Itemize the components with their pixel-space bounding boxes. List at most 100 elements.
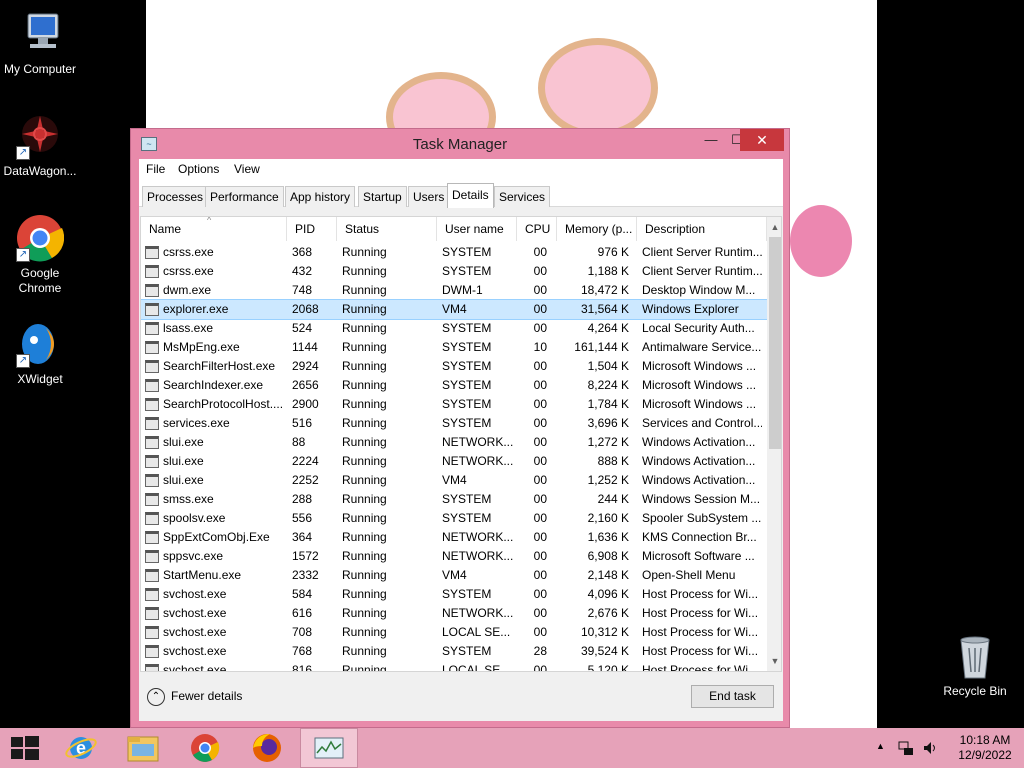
column-header-memory[interactable]: Memory (p... [557,217,637,241]
process-description: Windows Activation... [642,435,756,449]
process-memory: 1,504 K [587,359,629,373]
table-row[interactable]: SearchProtocolHost.... 2900 Running SYSTEM 0… [141,395,767,414]
folder-icon [127,736,159,762]
minimize-button[interactable]: — [698,129,724,151]
clock[interactable]: 10:18 AM 12/9/2022 [950,733,1020,763]
process-pid: 584 [292,587,313,601]
process-description: Microsoft Windows ... [642,378,757,392]
process-icon [145,550,159,563]
table-row[interactable]: svchost.exe 768 Running SYSTEM 28 39,524 K Hos… [141,642,767,661]
process-description: Microsoft Windows ... [642,397,757,411]
title-bar[interactable]: ~ Task Manager — ☐ ✕ [131,129,789,159]
process-status: Running [342,264,387,278]
process-cpu: 00 [533,283,547,297]
process-icon [145,588,159,601]
chrome-icon: ↗ [16,214,65,262]
fewer-details-toggle[interactable]: ⌃ Fewer details [147,686,242,706]
table-row[interactable]: csrss.exe 368 Running SYSTEM 00 976 K Client S… [141,243,767,262]
clock-time: 10:18 AM [959,733,1011,747]
network-icon[interactable] [898,740,914,756]
tab-details[interactable]: Details [447,183,494,208]
column-header-description[interactable]: Description [637,217,767,241]
column-header-user-name[interactable]: User name [437,217,517,241]
table-row[interactable]: spoolsv.exe 556 Running SYSTEM 00 2,160 K Spoo… [141,509,767,528]
desktop-icon-my-computer[interactable]: My Computer [0,10,80,77]
table-row[interactable]: smss.exe 288 Running SYSTEM 00 244 K Windows S… [141,490,767,509]
process-status: Running [342,549,387,563]
process-pid: 2224 [292,454,319,468]
process-name: SearchIndexer.exe [163,378,264,392]
table-header: ^ Name PID Status User name CPU Memory (… [141,217,767,241]
taskbar-task-manager[interactable] [300,728,358,768]
taskbar-google-chrome[interactable] [176,728,234,768]
tab-performance[interactable]: Performance [205,186,284,207]
menu-view[interactable]: View [234,162,260,176]
table-row[interactable]: slui.exe 2252 Running VM4 00 1,252 K Windows A… [141,471,767,490]
table-row[interactable]: slui.exe 88 Running NETWORK... 00 1,272 K Wind… [141,433,767,452]
taskbar-firefox[interactable] [238,728,296,768]
tab-startup[interactable]: Startup [358,186,407,207]
process-user-name: SYSTEM [442,340,492,354]
desktop-icon-google-chrome[interactable]: ↗ Google Chrome [0,214,80,296]
table-row[interactable]: sppsvc.exe 1572 Running NETWORK... 00 6,908 K… [141,547,767,566]
table-row[interactable]: svchost.exe 616 Running NETWORK... 00 2,676 K… [141,604,767,623]
tab-processes[interactable]: Processes [142,186,209,207]
end-task-button[interactable]: End task [691,685,774,708]
column-header-cpu[interactable]: CPU [517,217,557,241]
fewer-details-label: Fewer details [171,689,243,703]
process-name: dwm.exe [163,283,212,297]
taskbar-file-explorer[interactable] [114,728,172,768]
desktop-icon-xwidget[interactable]: ↗ XWidget [0,320,80,387]
table-row[interactable]: slui.exe 2224 Running NETWORK... 00 888 K Wind… [141,452,767,471]
start-button[interactable] [0,728,58,768]
process-name: SearchProtocolHost.... [163,397,284,411]
process-cpu: 00 [533,454,547,468]
show-hidden-icons-icon[interactable]: ▲ [876,741,885,751]
table-row[interactable]: svchost.exe 816 Running LOCAL SE... 00 5,120 … [141,661,767,671]
table-row[interactable]: SppExtComObj.Exe 364 Running NETWORK... 00 1,… [141,528,767,547]
scrollbar-thumb[interactable] [769,237,781,449]
process-description: Client Server Runtim... [642,245,762,259]
wallpaper-shape [790,205,852,277]
tab-users[interactable]: Users [408,186,450,207]
desktop-icon-datawagon[interactable]: ↗ DataWagon... [0,112,80,179]
process-status: Running [342,340,387,354]
system-tray: ▲ 10:18 AM 12/9/2022 [870,728,1024,768]
process-pid: 2332 [292,568,319,582]
desktop-icon-recycle-bin[interactable]: Recycle Bin [935,632,1015,699]
column-header-status[interactable]: Status [337,217,437,241]
column-header-name[interactable]: ^ Name [141,217,287,241]
taskbar-internet-explorer[interactable]: e [52,728,110,768]
table-row[interactable]: explorer.exe 2068 Running VM4 00 31,564 K Wind… [141,299,768,320]
process-icon [145,303,159,316]
table-row[interactable]: services.exe 516 Running SYSTEM 00 3,696 K Ser… [141,414,767,433]
table-row[interactable]: dwm.exe 748 Running DWM-1 00 18,472 K Desktop … [141,281,767,300]
tab-app-history[interactable]: App history [285,186,356,207]
scroll-up-icon[interactable]: ▲ [767,219,781,235]
table-row[interactable]: svchost.exe 584 Running SYSTEM 00 4,096 K Host… [141,585,767,604]
menu-options[interactable]: Options [178,162,219,176]
table-row[interactable]: lsass.exe 524 Running SYSTEM 00 4,264 K Local … [141,319,767,338]
scroll-down-icon[interactable]: ▼ [767,653,781,669]
table-row[interactable]: SearchIndexer.exe 2656 Running SYSTEM 00 8,22… [141,376,767,395]
volume-icon[interactable] [922,740,938,756]
close-button[interactable]: ✕ [740,129,784,151]
process-name: slui.exe [163,473,204,487]
menu-file[interactable]: File [146,162,165,176]
process-user-name: NETWORK... [442,530,514,544]
column-header-pid[interactable]: PID [287,217,337,241]
process-icon [145,284,159,297]
table-row[interactable]: csrss.exe 432 Running SYSTEM 00 1,188 K Client… [141,262,767,281]
tab-services[interactable]: Services [494,186,551,207]
table-row[interactable]: svchost.exe 708 Running LOCAL SE... 00 10,312… [141,623,767,642]
process-user-name: SYSTEM [442,416,492,430]
table-row[interactable]: StartMenu.exe 2332 Running VM4 00 2,148 K Open… [141,566,767,585]
process-description: Services and Control... [642,416,762,430]
process-description: Windows Activation... [642,473,756,487]
process-pid: 2656 [292,378,319,392]
table-row[interactable]: MsMpEng.exe 1144 Running SYSTEM 10 161,144 K A… [141,338,767,357]
vertical-scrollbar[interactable]: ▲ ▼ [767,217,781,671]
process-description: Host Process for Wi... [642,644,759,658]
table-row[interactable]: SearchFilterHost.exe 2924 Running SYSTEM 00 1… [141,357,767,376]
process-memory: 39,524 K [580,644,629,658]
